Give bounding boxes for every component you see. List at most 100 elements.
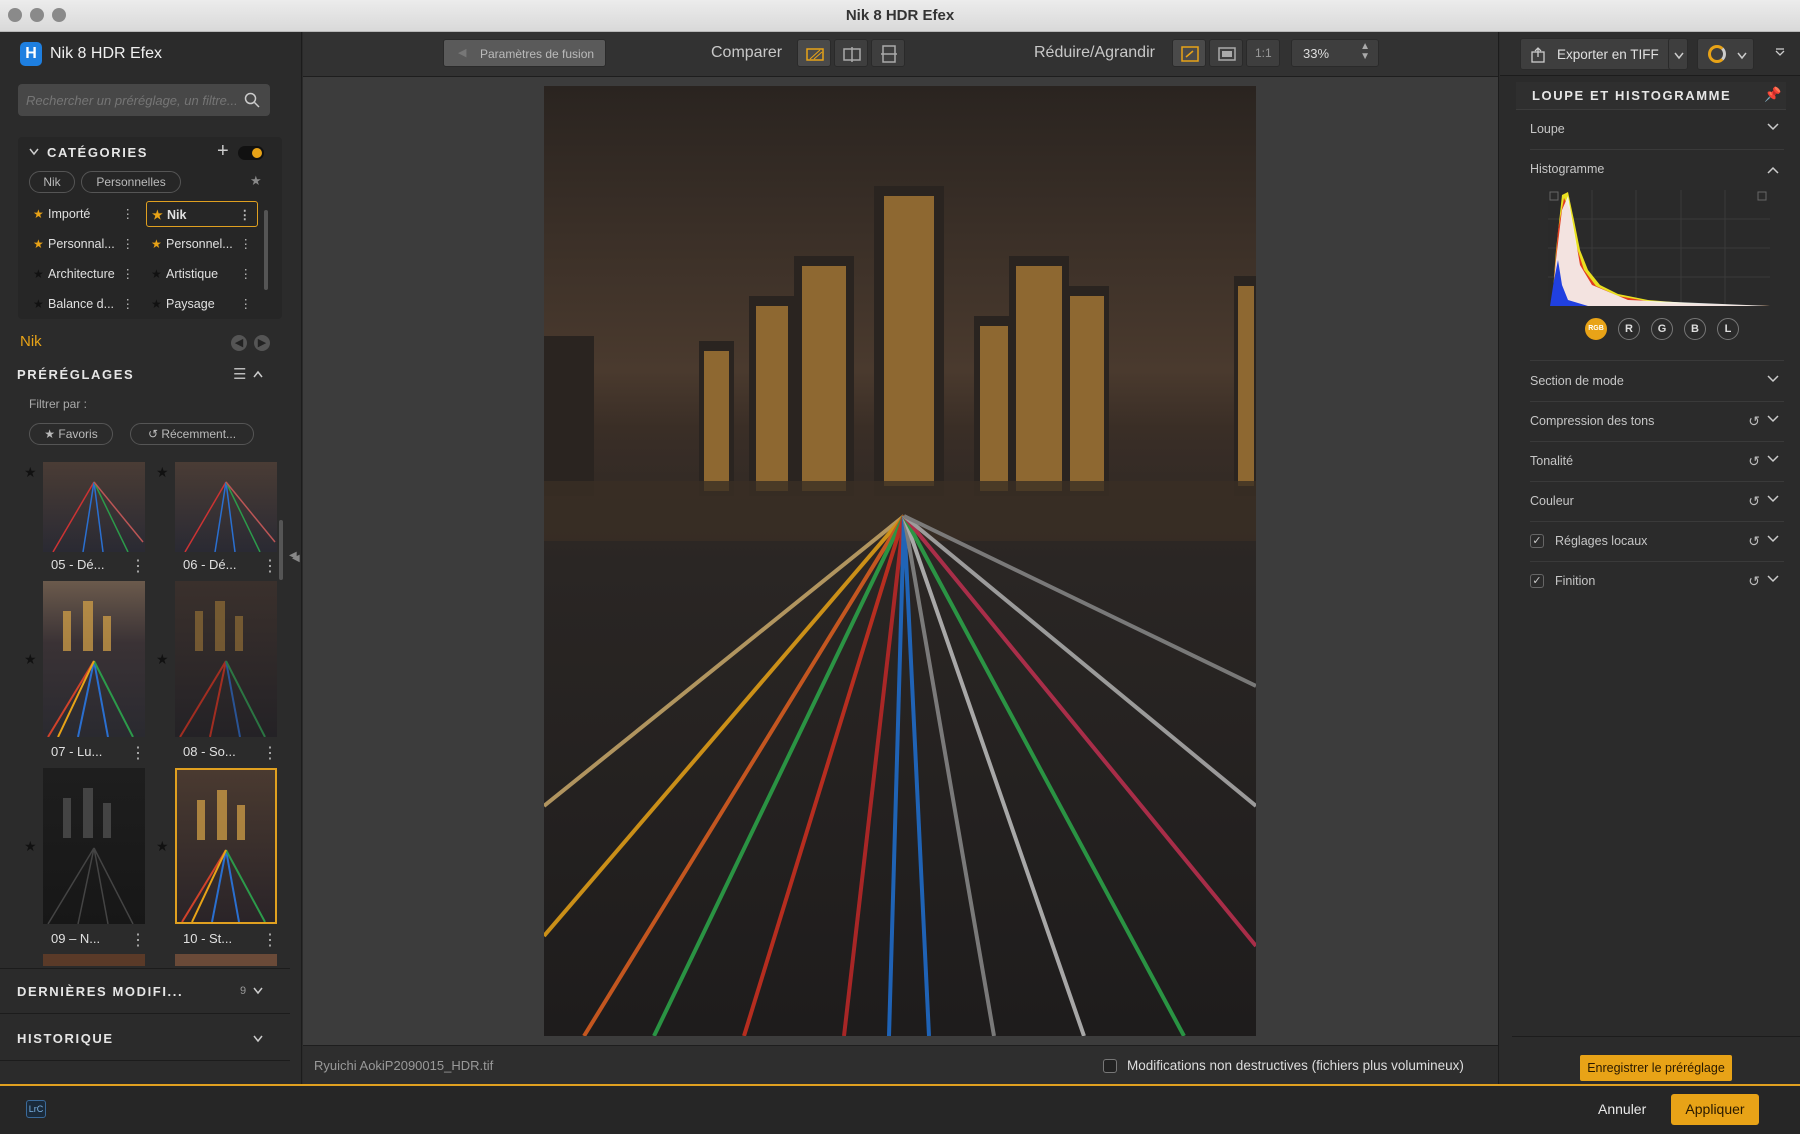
category-item[interactable]: ★ Architecture ⋮ (28, 261, 140, 287)
reset-icon[interactable]: ↺ (1748, 413, 1760, 430)
more-icon[interactable]: ⋮ (239, 202, 252, 228)
apply-button[interactable]: Appliquer (1671, 1094, 1759, 1125)
channel-l[interactable]: L (1717, 318, 1739, 340)
tonality-section[interactable]: Tonalité ↺ (1530, 442, 1784, 482)
tag-personnelles[interactable]: Personnelles (81, 171, 181, 193)
recent-changes-header[interactable]: DERNIÈRES MODIFI... (17, 984, 183, 999)
reset-icon[interactable]: ↺ (1748, 573, 1760, 590)
channel-g[interactable]: G (1651, 318, 1673, 340)
one-to-one-button[interactable]: 1:1 (1246, 39, 1280, 67)
reset-icon[interactable]: ↺ (1748, 493, 1760, 510)
more-icon[interactable]: ⋮ (130, 743, 146, 763)
fit-screen-button[interactable] (1172, 39, 1206, 67)
chevron-up-icon[interactable] (252, 369, 264, 379)
more-icon[interactable]: ⋮ (262, 930, 278, 950)
more-icon[interactable]: ⋮ (130, 556, 146, 576)
chevron-up-icon[interactable] (1766, 163, 1780, 177)
chevron-down-icon[interactable] (1766, 492, 1780, 506)
history-header[interactable]: HISTORIQUE (17, 1031, 114, 1046)
preset-thumbnail-selected[interactable] (175, 768, 277, 924)
tone-compression-section[interactable]: Compression des tons ↺ (1530, 402, 1784, 442)
fusion-settings-button[interactable]: ◀ Paramètres de fusion (443, 39, 606, 67)
chevron-down-icon[interactable] (1766, 372, 1780, 386)
more-icon[interactable]: ⋮ (240, 231, 253, 257)
more-icon[interactable]: ⋮ (122, 231, 135, 257)
category-item-selected[interactable]: ★ Nik ⋮ (146, 201, 258, 227)
preset-thumbnail[interactable] (43, 462, 145, 552)
nondestructive-checkbox[interactable] (1103, 1059, 1117, 1073)
chevron-down-icon[interactable] (1766, 572, 1780, 586)
favorite-star-icon[interactable]: ★ (156, 651, 169, 668)
list-view-icon[interactable]: ☰ (233, 365, 246, 383)
loupe-section[interactable]: Loupe (1530, 110, 1784, 150)
split-horizontal-button[interactable] (871, 39, 905, 67)
reset-icon[interactable]: ↺ (1748, 453, 1760, 470)
categories-toggle[interactable] (238, 146, 264, 160)
more-icon[interactable]: ⋮ (130, 930, 146, 950)
chevron-down-icon[interactable] (1766, 120, 1780, 134)
category-item[interactable]: ★ Balance d... ⋮ (28, 291, 140, 317)
channel-b[interactable]: B (1684, 318, 1706, 340)
chevron-down-icon[interactable] (1766, 532, 1780, 546)
split-view-button[interactable] (834, 39, 868, 67)
preview-image[interactable] (544, 86, 1256, 1036)
category-item[interactable]: ★ Importé ⋮ (28, 201, 140, 227)
categories-scrollbar[interactable] (264, 210, 268, 290)
add-category-icon[interactable]: + (217, 140, 229, 163)
zoom-value-stepper[interactable]: 33% ▲ ▼ (1291, 39, 1379, 67)
search-input[interactable] (26, 90, 236, 110)
category-item[interactable]: ★ Artistique ⋮ (146, 261, 258, 287)
filter-recent[interactable]: ↺ Récemment... (130, 423, 254, 445)
preset-thumbnail[interactable] (175, 462, 277, 552)
options-button[interactable] (1697, 38, 1754, 70)
collapse-left-arrow-icon[interactable]: ◀ (292, 553, 300, 564)
local-adjustments-section[interactable]: ✓ Réglages locaux ↺ (1530, 522, 1784, 562)
stepper-arrows-icon[interactable]: ▲ ▼ (1360, 42, 1370, 62)
more-icon[interactable]: ⋮ (240, 261, 253, 287)
export-dropdown[interactable] (1668, 38, 1688, 70)
favorite-filter-icon[interactable]: ★ (250, 173, 262, 189)
finishing-section[interactable]: ✓ Finition ↺ (1530, 562, 1784, 602)
category-item[interactable]: ★ Personnel... ⋮ (146, 231, 258, 257)
next-arrow-icon[interactable]: ▶ (254, 335, 270, 351)
favorite-star-icon[interactable]: ★ (24, 464, 37, 481)
favorite-star-icon[interactable]: ★ (24, 838, 37, 855)
cancel-button[interactable]: Annuler (1598, 1101, 1646, 1117)
favorite-star-icon[interactable]: ★ (156, 464, 169, 481)
more-icon[interactable]: ⋮ (122, 291, 135, 317)
more-icon[interactable]: ⋮ (262, 743, 278, 763)
filter-favorites[interactable]: ★ Favoris (29, 423, 113, 445)
favorite-star-icon[interactable]: ★ (156, 838, 169, 855)
category-item[interactable]: ★ Paysage ⋮ (146, 291, 258, 317)
search-icon[interactable] (244, 92, 260, 108)
channel-rgb[interactable]: RGB (1585, 318, 1607, 340)
preset-thumbnail[interactable] (43, 581, 145, 737)
local-adjustments-checkbox[interactable]: ✓ (1530, 534, 1544, 548)
preset-thumbnail[interactable] (175, 581, 277, 737)
tag-nik[interactable]: Nik (29, 171, 75, 193)
save-preset-button[interactable]: Enregistrer le préréglage (1580, 1055, 1732, 1081)
reset-icon[interactable]: ↺ (1748, 533, 1760, 550)
fill-screen-button[interactable] (1209, 39, 1243, 67)
chevron-down-icon[interactable] (1766, 452, 1780, 466)
compare-mode-button[interactable] (797, 39, 831, 67)
favorite-star-icon[interactable]: ★ (24, 651, 37, 668)
color-section[interactable]: Couleur ↺ (1530, 482, 1784, 522)
channel-r[interactable]: R (1618, 318, 1640, 340)
chevron-down-icon[interactable] (252, 986, 264, 996)
collapse-icon[interactable] (1774, 48, 1786, 60)
finishing-checkbox[interactable]: ✓ (1530, 574, 1544, 588)
chevron-down-icon[interactable] (252, 1034, 264, 1044)
previous-arrow-icon[interactable]: ◀ (231, 335, 247, 351)
more-icon[interactable]: ⋮ (122, 201, 135, 227)
more-icon[interactable]: ⋮ (122, 261, 135, 287)
search-box[interactable] (18, 84, 270, 116)
preset-thumbnail[interactable] (43, 768, 145, 924)
chevron-down-icon[interactable] (1766, 412, 1780, 426)
chevron-down-icon[interactable] (28, 147, 40, 157)
more-icon[interactable]: ⋮ (262, 556, 278, 576)
presets-scrollbar[interactable] (279, 520, 283, 580)
category-item[interactable]: ★ Personnal... ⋮ (28, 231, 140, 257)
export-button[interactable]: Exporter en TIFF (1520, 38, 1672, 70)
more-icon[interactable]: ⋮ (240, 291, 253, 317)
